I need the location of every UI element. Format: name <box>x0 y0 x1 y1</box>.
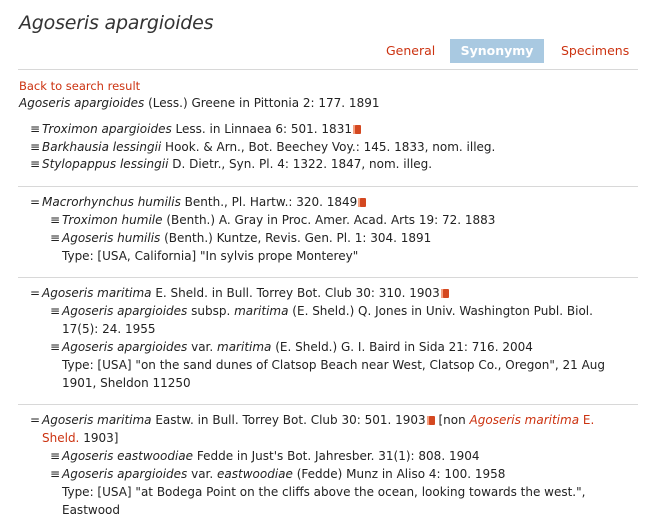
synonym-citation: (E. Sheld.) G. I. Baird in Sida 21: 716.… <box>271 340 533 354</box>
book-icon[interactable] <box>352 125 361 134</box>
type-info-continued: Eastwood <box>62 503 121 517</box>
synonym-name: Troximon humile <box>62 213 163 227</box>
type-info: Type: [USA] "at Bodega Point on the clif… <box>62 485 586 499</box>
tab-synonymy[interactable]: Synonymy <box>450 39 544 63</box>
infraspecific-epithet: eastwoodiae <box>217 467 293 481</box>
homotypic-symbol: ≡ <box>50 304 61 318</box>
homotypic-symbol: ≡ <box>50 231 61 245</box>
synonym-row: ≡ Agoseris apargioides var. eastwoodiae (… <box>50 467 505 481</box>
back-to-search-link[interactable]: Back to search result <box>19 79 140 93</box>
synonym-row: ≡ Agoseris apargioides var. maritima (E. … <box>50 340 533 354</box>
tab-bar: General Synonymy Specimens <box>0 39 662 63</box>
synonym-name: Stylopappus lessingii <box>42 157 169 171</box>
synonym-citation: D. Dietr., Syn. Pl. 4: 1322. 1847, nom. … <box>168 157 433 171</box>
synonym-citation: E. Sheld. in Bull. Torrey Bot. Club 30: … <box>151 286 440 300</box>
synonym-row: ≡ Troximon apargioides Less. in Linnaea 6… <box>30 122 361 136</box>
synonym-citation: (Benth.) Kuntze, Revis. Gen. Pl. 1: 304.… <box>160 231 432 245</box>
type-info-continued: 1901, Sheldon 11250 <box>62 376 191 390</box>
homotypic-symbol: ≡ <box>30 122 41 136</box>
accepted-name: Agoseris apargioides (Less.) Greene in P… <box>19 96 379 110</box>
heterotypic-symbol: = <box>30 195 41 209</box>
synonym-citation: (Benth.) A. Gray in Proc. Amer. Acad. Ar… <box>162 213 496 227</box>
synonym-citation: Fedde in Just's Bot. Jahresber. 31(1): 8… <box>193 449 480 463</box>
tab-general[interactable]: General <box>386 39 435 63</box>
synonym-citation: Less. in Linnaea 6: 501. 1831 <box>171 122 352 136</box>
divider <box>18 186 638 187</box>
synonym-citation: Benth., Pl. Hartw.: 320. 1849 <box>180 195 358 209</box>
synonym-row: = Agoseris maritima E. Sheld. in Bull. To… <box>30 286 449 300</box>
tab-specimens[interactable]: Specimens <box>561 39 629 63</box>
accepted-name-italic: Agoseris apargioides <box>19 96 145 110</box>
type-info: Type: [USA] "on the sand dunes of Clatso… <box>62 358 605 372</box>
synonym-name: Agoseris maritima <box>42 413 152 427</box>
synonym-citation: Hook. & Arn., Bot. Beechey Voy.: 145. 18… <box>161 140 496 154</box>
synonym-row: ≡ Agoseris humilis (Benth.) Kuntze, Revis… <box>50 231 431 245</box>
synonym-row: ≡ Barkhausia lessingii Hook. & Arn., Bot.… <box>30 140 495 154</box>
heterotypic-symbol: = <box>30 286 41 300</box>
synonym-row: ≡ Agoseris eastwoodiae Fedde in Just's Bo… <box>50 449 479 463</box>
book-icon[interactable] <box>440 289 449 298</box>
synonym-name: Troximon apargioides <box>42 122 172 136</box>
type-info: Type: [USA, California] "In sylvis prope… <box>62 249 359 263</box>
homotypic-symbol: ≡ <box>50 467 61 481</box>
book-icon[interactable] <box>358 198 367 207</box>
non-name-link[interactable]: Agoseris maritima <box>470 413 580 427</box>
divider <box>18 277 638 278</box>
accepted-citation: (Less.) Greene in Pittonia 2: 177. 1891 <box>144 96 380 110</box>
homotypic-symbol: ≡ <box>30 157 41 171</box>
homotypic-symbol: ≡ <box>50 213 61 227</box>
synonym-row: ≡ Agoseris apargioides subsp. maritima (E… <box>50 304 593 318</box>
synonym-citation-continued: 17(5): 24. 1955 <box>62 322 156 336</box>
non-author-link[interactable]: Sheld. <box>42 431 79 445</box>
synonym-row: = Macrorhynchus humilis Benth., Pl. Hartw… <box>30 195 367 209</box>
synonym-name: Agoseris humilis <box>62 231 161 245</box>
synonym-name: Macrorhynchus humilis <box>42 195 181 209</box>
synonym-row: ≡ Troximon humile (Benth.) A. Gray in Pro… <box>50 213 495 227</box>
homotypic-symbol: ≡ <box>50 340 61 354</box>
non-author-link[interactable]: E. <box>579 413 594 427</box>
synonym-name: Agoseris apargioides <box>62 340 188 354</box>
synonym-citation: (Fedde) Munz in Aliso 4: 100. 1958 <box>292 467 506 481</box>
homotypic-symbol: ≡ <box>30 140 41 154</box>
synonym-citation: (E. Sheld.) Q. Jones in Univ. Washington… <box>288 304 593 318</box>
rank-label: var. <box>187 467 218 481</box>
divider <box>18 404 638 405</box>
infraspecific-epithet: maritima <box>234 304 289 318</box>
synonym-name: Barkhausia lessingii <box>42 140 162 154</box>
rank-label: subsp. <box>187 304 235 318</box>
infraspecific-epithet: maritima <box>217 340 272 354</box>
synonym-name: Agoseris apargioides <box>62 467 188 481</box>
synonym-name: Agoseris apargioides <box>62 304 188 318</box>
synonym-name: Agoseris maritima <box>42 286 152 300</box>
divider <box>18 69 638 70</box>
synonym-row-continued: Sheld. 1903] <box>42 431 118 445</box>
synonym-row: = Agoseris maritima Eastw. in Bull. Torre… <box>30 413 594 427</box>
synonym-row: ≡ Stylopappus lessingii D. Dietr., Syn. P… <box>30 157 432 171</box>
non-prefix: [non <box>434 413 470 427</box>
book-icon[interactable] <box>426 416 435 425</box>
homotypic-symbol: ≡ <box>50 449 61 463</box>
page-title: Agoseris apargioides <box>19 12 214 34</box>
heterotypic-symbol: = <box>30 413 41 427</box>
non-suffix: 1903] <box>79 431 119 445</box>
rank-label: var. <box>187 340 218 354</box>
synonym-name: Agoseris eastwoodiae <box>62 449 194 463</box>
synonym-citation: Eastw. in Bull. Torrey Bot. Club 30: 501… <box>151 413 426 427</box>
